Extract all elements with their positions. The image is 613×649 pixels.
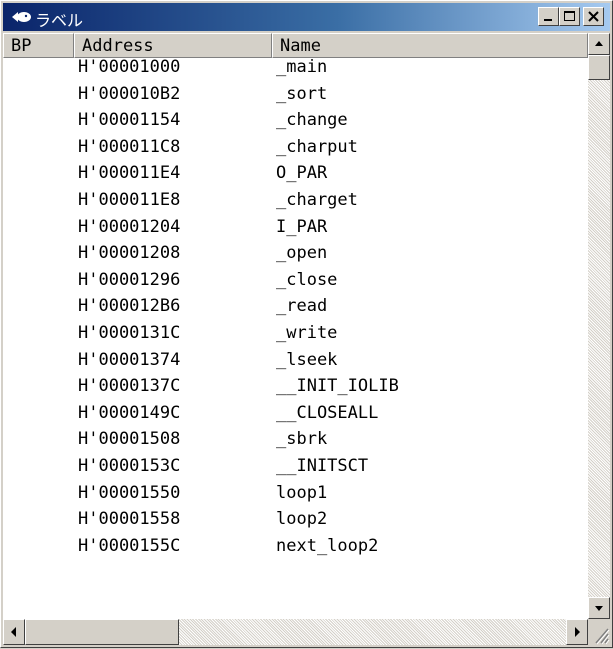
name-cell: _read — [276, 296, 328, 317]
column-header-name[interactable]: Name — [272, 33, 588, 58]
address-cell: H'00001296 — [78, 269, 181, 290]
name-cell: _change — [276, 110, 348, 131]
scroll-up-button[interactable] — [588, 33, 610, 55]
address-cell: H'0000131C — [78, 323, 181, 343]
address-cell: H'000011E8 — [78, 190, 181, 210]
arrow-right-icon — [575, 627, 580, 637]
address-cell: H'00001154 — [78, 110, 181, 131]
resize-grip-icon — [595, 628, 610, 645]
address-cell: H'000010B2 — [78, 83, 181, 104]
label-list: H'00001000 _main H'000010B2 _sort H'000011… — [3, 58, 588, 618]
address-cell: H'0000155C — [78, 535, 181, 556]
address-cell: H'0000153C — [78, 456, 181, 476]
address-cell: H'00001204 — [78, 216, 181, 237]
maximize-button[interactable] — [559, 7, 580, 26]
arrow-down-icon — [595, 606, 603, 611]
scroll-down-button[interactable] — [588, 597, 610, 619]
address-cell: H'000011E4 — [78, 163, 181, 184]
horizontal-scrollbar[interactable] — [3, 619, 588, 645]
address-cell: H'00001208 — [78, 243, 181, 264]
label-list-view: BP Address Name H'00001000 _main H'000010… — [3, 33, 610, 645]
size-grip[interactable] — [588, 619, 610, 645]
name-cell: _write — [276, 323, 338, 343]
address-cell: H'0000137C — [78, 376, 181, 397]
address-cell: H'00001508 — [78, 429, 181, 450]
column-header-bp[interactable]: BP — [3, 33, 74, 58]
minimize-button[interactable] — [538, 7, 559, 26]
label-window: ラベル BP Address Name H'00001000 _main H'0… — [0, 0, 613, 648]
window-title: ラベル — [35, 11, 84, 30]
scroll-right-button[interactable] — [566, 619, 588, 645]
close-button[interactable] — [583, 7, 604, 26]
name-cell: __INIT_IOLIB — [276, 376, 399, 397]
address-cell: H'000011C8 — [78, 136, 181, 157]
name-cell: _sbrk — [276, 429, 328, 450]
horizontal-scroll-thumb[interactable] — [25, 619, 179, 645]
address-cell: H'00001550 — [78, 482, 181, 503]
arrow-up-icon — [595, 41, 603, 46]
vertical-scroll-thumb[interactable] — [588, 55, 610, 80]
vertical-scrollbar[interactable] — [588, 33, 610, 619]
minimize-icon — [544, 19, 552, 21]
title-bar[interactable]: ラベル — [3, 3, 610, 31]
column-header-address[interactable]: Address — [74, 33, 272, 58]
name-cell: loop2 — [276, 509, 328, 530]
name-cell: loop1 — [276, 482, 328, 503]
name-cell: __INITSCT — [276, 456, 369, 476]
arrow-left-icon — [11, 627, 16, 637]
name-cell: _charget — [276, 190, 358, 210]
name-cell: O_PAR — [276, 163, 328, 184]
label-app-icon — [12, 12, 31, 22]
column-header: BP Address Name — [3, 33, 588, 58]
close-icon — [588, 11, 599, 22]
scroll-left-button[interactable] — [3, 619, 25, 645]
name-cell: _close — [276, 269, 338, 290]
address-cell: H'00001000 — [78, 58, 181, 77]
name-cell: _main — [276, 58, 328, 77]
name-cell: next_loop2 — [276, 535, 379, 556]
name-cell: _sort — [276, 83, 328, 104]
name-cell: _charput — [276, 136, 358, 157]
address-cell: H'00001374 — [78, 349, 181, 370]
name-cell: __CLOSEALL — [276, 402, 379, 423]
table-row[interactable]: H'0000155C next_loop2 — [3, 536, 588, 564]
address-cell: H'000012B6 — [78, 296, 181, 317]
name-cell: _lseek — [276, 349, 338, 370]
address-cell: H'0000149C — [78, 402, 181, 423]
name-cell: I_PAR — [276, 216, 328, 237]
maximize-icon — [564, 11, 575, 21]
address-cell: H'00001558 — [78, 509, 181, 530]
name-cell: _open — [276, 243, 328, 264]
